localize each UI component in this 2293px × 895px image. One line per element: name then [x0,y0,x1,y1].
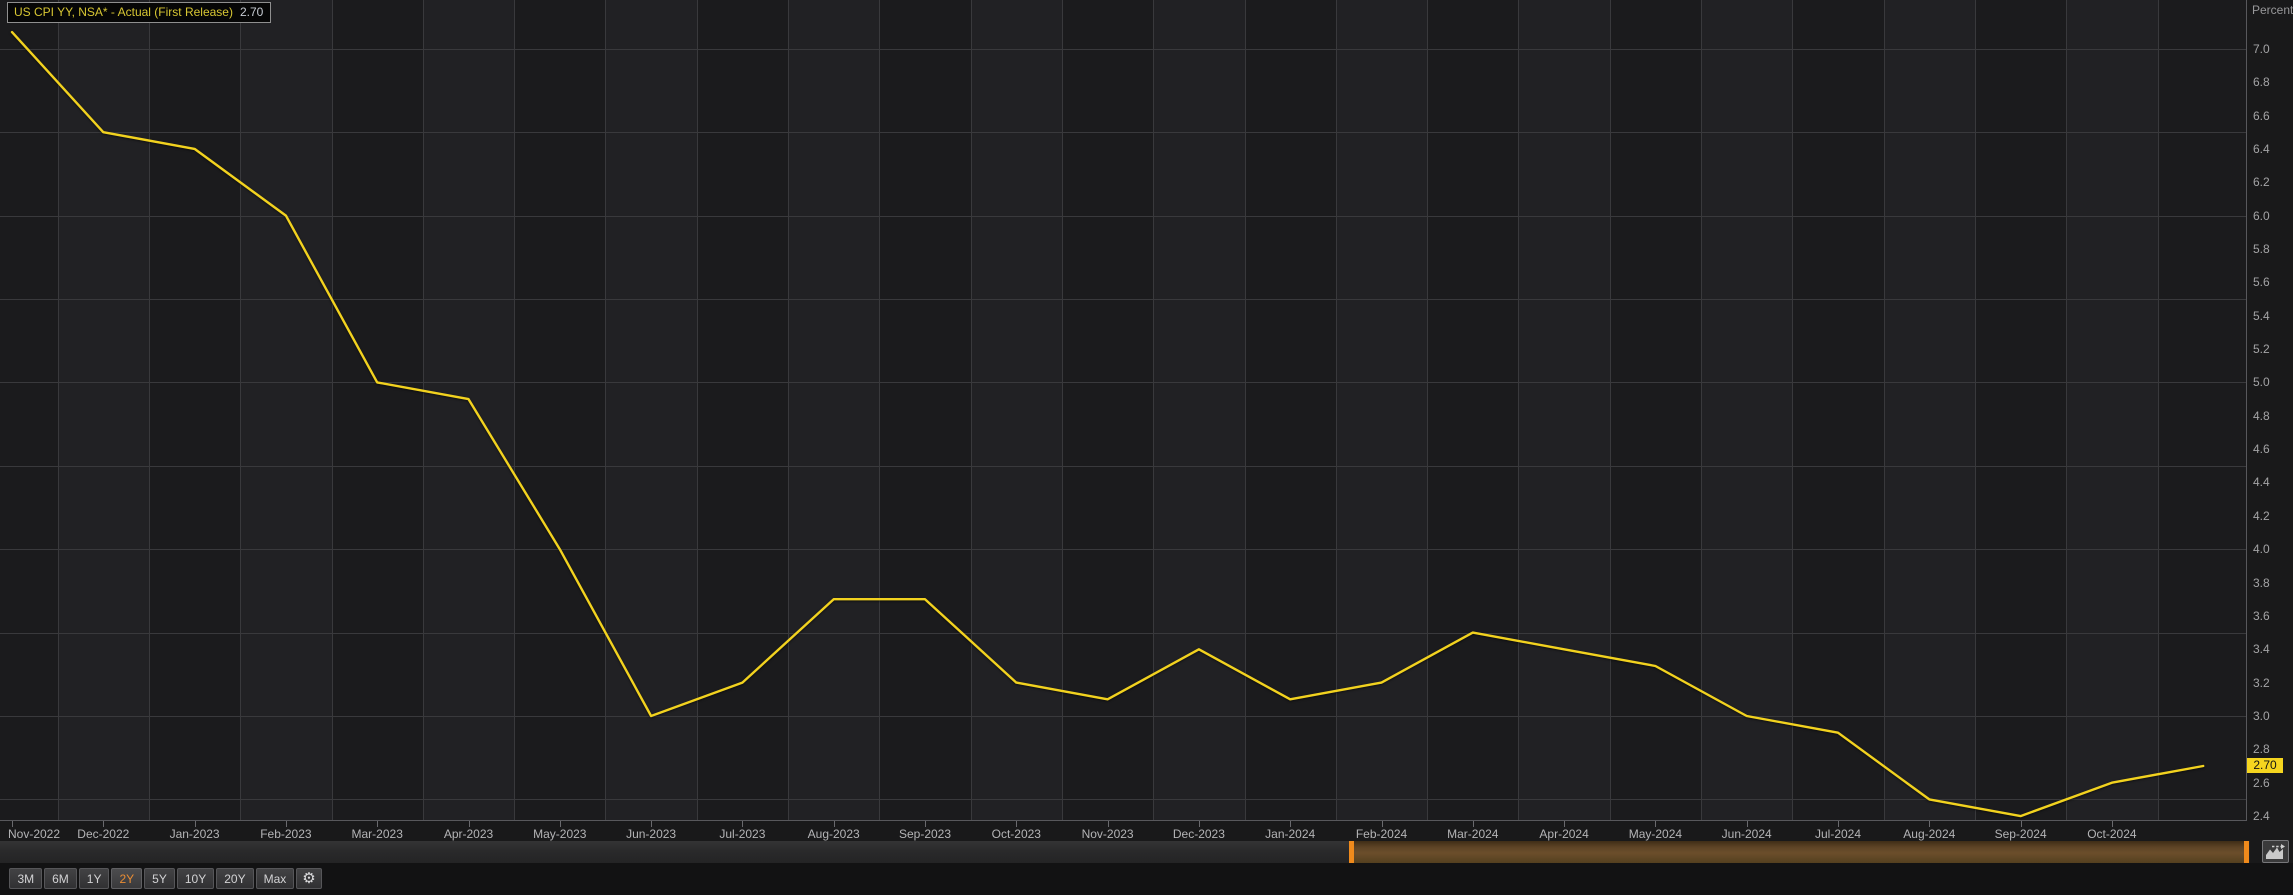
y-axis-tick-label: 3.0 [2253,709,2270,723]
x-axis-tick-label: Jan-2024 [1265,827,1315,841]
current-value-tag: 2.70 [2247,758,2283,773]
y-axis-tick-label: 3.6 [2253,609,2270,623]
y-axis-tick-label: 3.4 [2253,642,2270,656]
x-axis-tick-label: Jan-2023 [170,827,220,841]
y-axis-tick-label: 4.6 [2253,442,2270,456]
y-axis-tick-label: 6.6 [2253,109,2270,123]
chart-settings-button[interactable]: ⚙ [296,868,321,889]
y-axis-tick-label: 3.2 [2253,676,2270,690]
scrollbar-right-handle[interactable] [2244,841,2249,863]
timeline-scrollbar[interactable] [0,841,2250,863]
y-axis-tick-label: 4.4 [2253,475,2270,489]
y-axis-tick-label: 5.4 [2253,309,2270,323]
y-axis-tick-label: 2.4 [2253,809,2270,823]
y-axis-tick-label: 4.2 [2253,509,2270,523]
cpi-chart-window: US CPI YY, NSA* - Actual (First Release)… [0,0,2293,895]
x-axis-tick-label: Feb-2024 [1356,827,1407,841]
gear-icon: ⚙ [302,870,315,887]
x-axis-tick-label: Nov-2022 [8,827,60,841]
range-button-20y[interactable]: 20Y [216,868,253,889]
y-axis-tick-label: 2.6 [2253,776,2270,790]
x-axis-tick-label: Sep-2024 [1995,827,2047,841]
range-toolbar: 3M6M1Y2Y5Y10Y20YMax ⚙ [0,863,2293,895]
legend-series-name: US CPI YY, NSA* - Actual (First Release) [14,5,233,19]
x-axis-tick-label: May-2023 [533,827,586,841]
x-axis-tick-label: Feb-2023 [260,827,311,841]
y-axis-tick-label: 5.0 [2253,375,2270,389]
range-button-1y[interactable]: 1Y [79,868,110,889]
x-axis-tick-label: Jun-2024 [1722,827,1772,841]
range-button-3m[interactable]: 3M [9,868,42,889]
chart-plot-area[interactable] [0,0,2246,820]
scrollbar-left-handle[interactable] [1349,841,1354,863]
x-axis-line [0,820,2247,821]
x-axis-tick-label: Sep-2023 [899,827,951,841]
y-axis-tick-label: 6.4 [2253,142,2270,156]
y-axis-tick-label: 4.0 [2253,542,2270,556]
jump-to-latest-button[interactable] [2262,840,2289,863]
x-axis-tick-label: Jul-2023 [719,827,765,841]
y-axis-tick-label: 5.8 [2253,242,2270,256]
y-axis-tick-label: 6.8 [2253,75,2270,89]
y-axis-tick-label: 3.8 [2253,576,2270,590]
cpi-line-series [0,0,2246,820]
y-axis-tick-label: 5.2 [2253,342,2270,356]
y-axis-tick-label: 4.8 [2253,409,2270,423]
y-axis-tick-label: 7.0 [2253,42,2270,56]
legend-box[interactable]: US CPI YY, NSA* - Actual (First Release)… [7,2,271,23]
x-axis-tick-label: May-2024 [1629,827,1682,841]
range-button-2y[interactable]: 2Y [111,868,142,889]
y-axis[interactable]: 2.4 2.6 2.8 3.0 3.2 3.4 3.6 3.8 4.0 4.2 4.4 4.6 4.8 5… [2246,0,2293,820]
scrollbar-selection[interactable] [1354,841,2244,863]
y-axis-unit-label: Percent [2252,3,2293,17]
x-axis-tick-label: Dec-2022 [77,827,129,841]
range-button-6m[interactable]: 6M [44,868,77,889]
chart-arrow-icon [2265,843,2286,860]
x-axis-tick-label: Apr-2023 [444,827,493,841]
x-axis-tick-label: Oct-2023 [992,827,1041,841]
x-axis-tick-label: Aug-2024 [1903,827,1955,841]
range-button-max[interactable]: Max [256,868,295,889]
x-axis-tick-label: Jul-2024 [1815,827,1861,841]
x-axis-tick-label: Dec-2023 [1173,827,1225,841]
range-button-5y[interactable]: 5Y [144,868,175,889]
y-axis-tick-label: 2.8 [2253,742,2270,756]
x-axis-tick-label: Nov-2023 [1082,827,1134,841]
x-axis-tick-label: Aug-2023 [808,827,860,841]
range-button-10y[interactable]: 10Y [177,868,214,889]
x-axis-tick-label: Jun-2023 [626,827,676,841]
legend-series-value: 2.70 [240,5,263,19]
y-axis-tick-label: 6.0 [2253,209,2270,223]
y-axis-tick-label: 6.2 [2253,175,2270,189]
x-axis-tick-label: Mar-2023 [352,827,403,841]
scrollbar-track[interactable] [0,841,1349,863]
x-axis-tick-label: Apr-2024 [1539,827,1588,841]
y-axis-tick-label: 5.6 [2253,275,2270,289]
x-axis-tick-label: Mar-2024 [1447,827,1498,841]
x-axis-tick-label: Oct-2024 [2087,827,2136,841]
